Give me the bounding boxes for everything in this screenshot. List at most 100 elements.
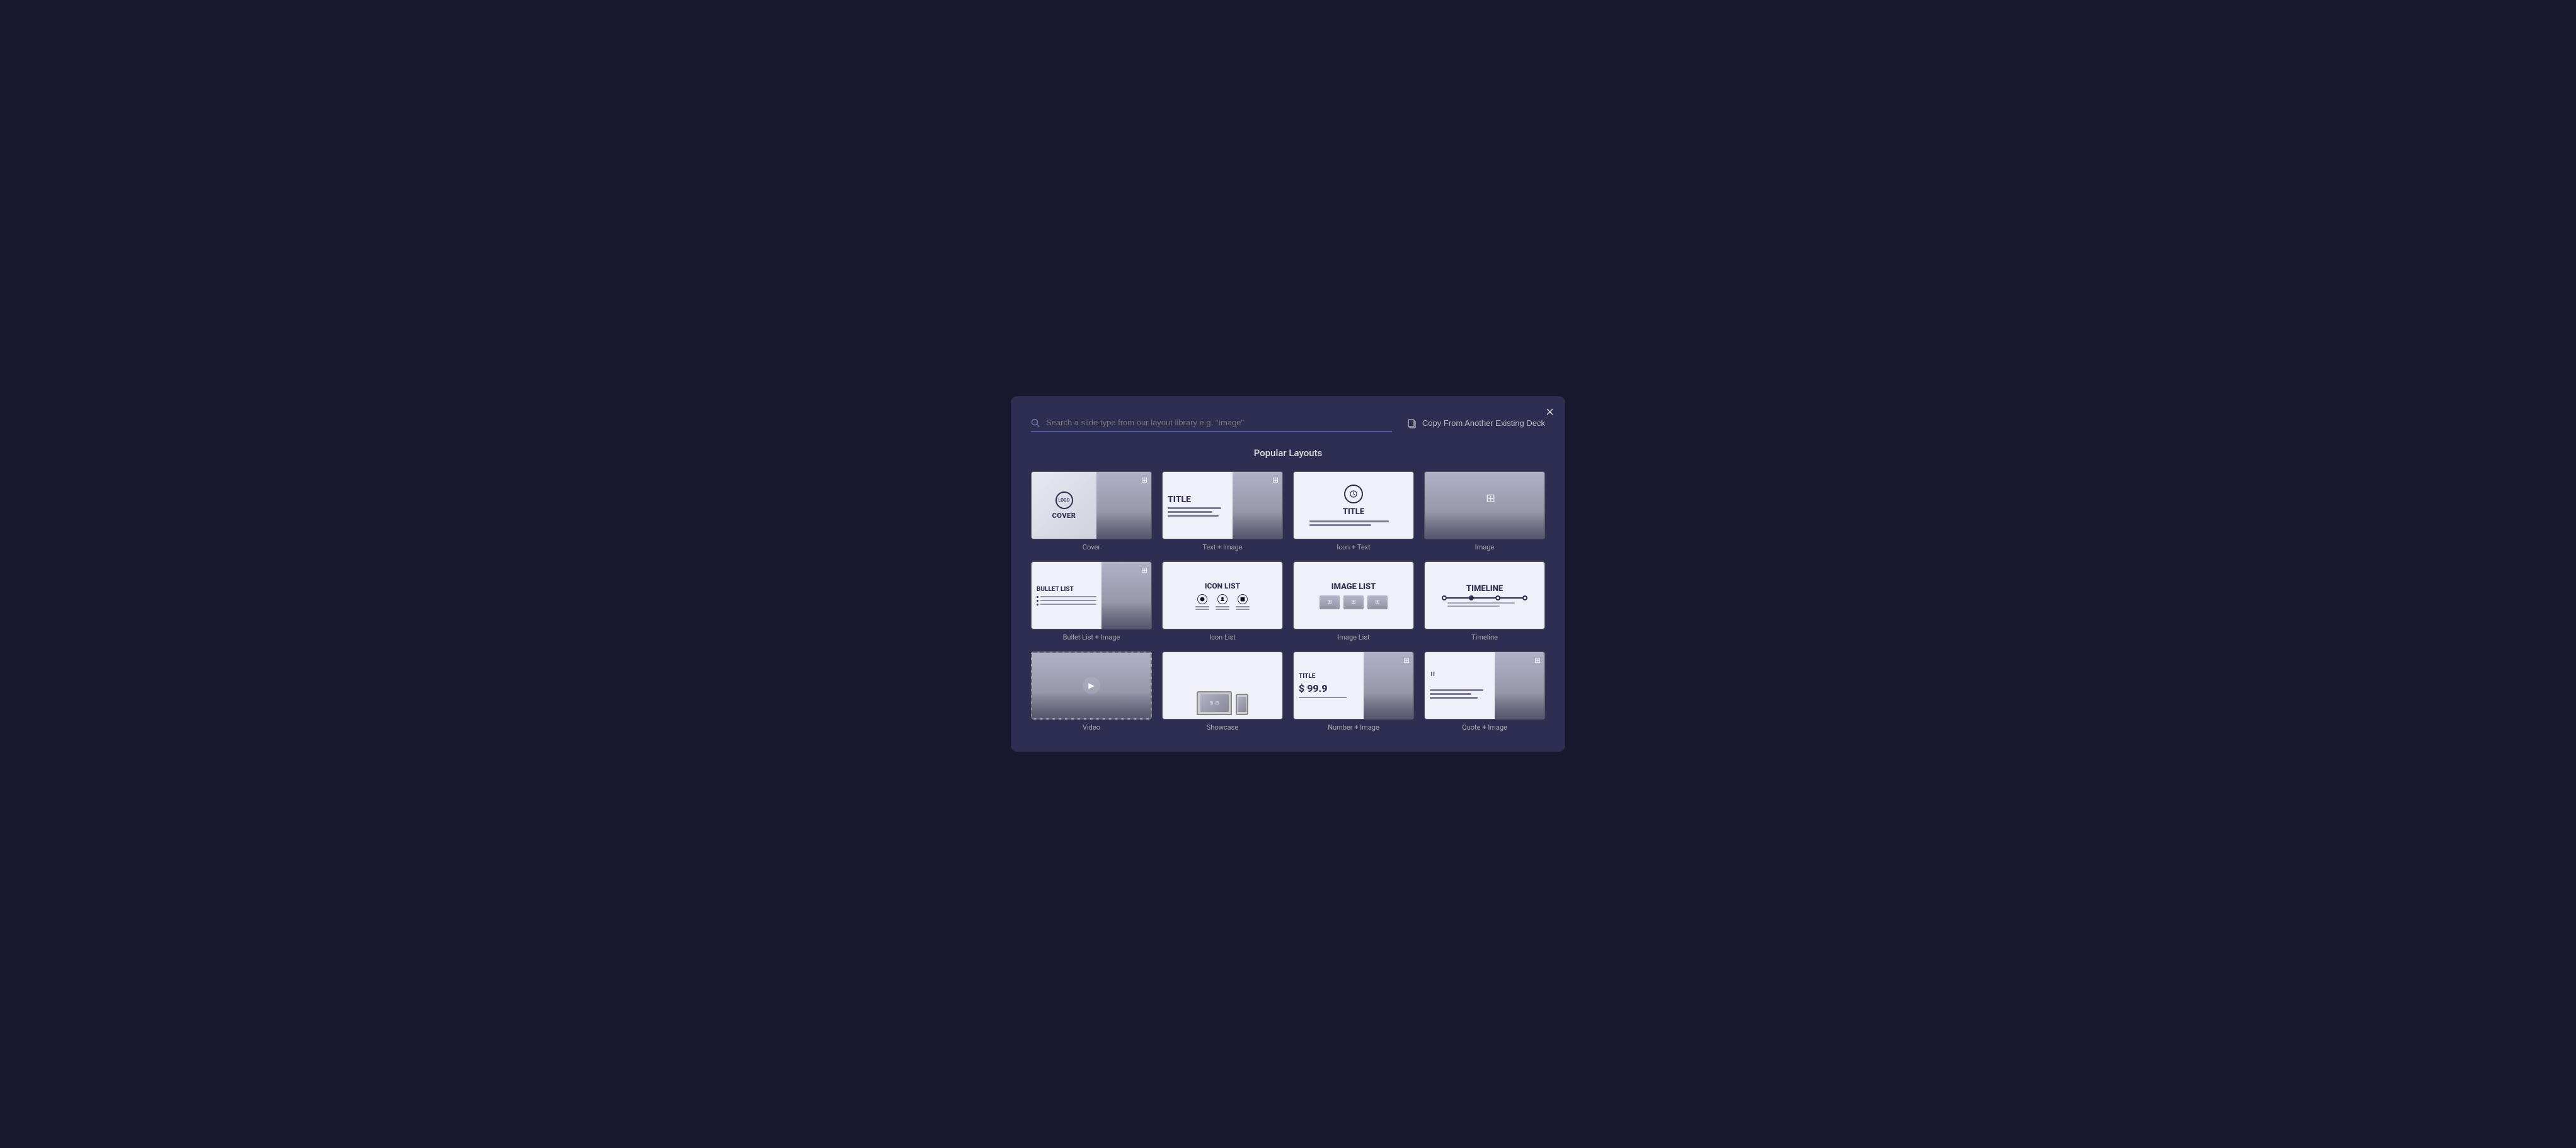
image-list-thumb-3: ⊞ — [1367, 595, 1388, 609]
layout-item-image-list[interactable]: IMAGE LIST ⊞ ⊞ ⊞ Image List — [1293, 561, 1414, 641]
layout-item-video[interactable]: ▶ Video — [1031, 651, 1152, 732]
phone-screen — [1238, 697, 1246, 712]
layout-item-icon-list[interactable]: ICON LIST — [1162, 561, 1283, 641]
number-underline — [1299, 697, 1347, 698]
number-title: TITLE — [1299, 673, 1315, 680]
bullet-dot-2 — [1037, 600, 1038, 602]
search-input[interactable] — [1046, 418, 1392, 427]
line-bar-3 — [1168, 515, 1219, 517]
icon-list-item-1 — [1195, 594, 1209, 610]
mountain-bg-5 — [1032, 692, 1151, 718]
title-big: TITLE — [1168, 495, 1191, 505]
layout-thumb-text-image: TITLE ⊞ — [1162, 471, 1283, 539]
icon-sline-2 — [1195, 609, 1209, 610]
copy-from-deck-button[interactable]: Copy From Another Existing Deck — [1407, 418, 1545, 428]
bullet-bar-1 — [1040, 596, 1096, 597]
icon-list-row — [1195, 594, 1250, 610]
quote-mark: " — [1430, 672, 1435, 686]
layouts-grid: LOGO COVER ⊞ Cover TITLE — [1031, 471, 1545, 732]
mountain-bg-7 — [1495, 692, 1544, 719]
layout-thumb-video: ▶ — [1031, 651, 1152, 720]
layout-label-cover: Cover — [1083, 543, 1100, 551]
layout-item-quote-image[interactable]: " ⊞ Quote + Image — [1424, 651, 1545, 732]
search-box — [1031, 414, 1392, 432]
layout-item-number-image[interactable]: TITLE $ 99.9 ⊞ Number + Image — [1293, 651, 1414, 732]
copy-icon — [1407, 418, 1417, 428]
image-icon-2: ⊞ — [1272, 476, 1279, 485]
cover-left: LOGO COVER — [1032, 472, 1096, 539]
layout-label-video: Video — [1083, 723, 1100, 732]
icon-sline-4 — [1216, 609, 1229, 610]
laptop-screen: ⊞ ⊞ — [1200, 694, 1229, 712]
bullet-line-1 — [1037, 596, 1096, 598]
modal-overlay: × Copy From Another Existing Deck Popula… — [0, 0, 2576, 1148]
bullet-bar-2 — [1040, 600, 1096, 601]
lines-stack — [1168, 507, 1228, 517]
icon-small-2 — [1217, 594, 1228, 604]
timeline-title: TIMELINE — [1466, 584, 1503, 594]
layout-item-timeline[interactable]: TIMELINE Timeline — [1424, 561, 1545, 641]
bullet-lines — [1037, 596, 1096, 606]
bullet-right: ⊞ — [1101, 562, 1151, 629]
bullet-left: BULLET LIST — [1032, 562, 1101, 629]
quote-left: " — [1425, 652, 1495, 719]
mountain-bg-6 — [1364, 692, 1413, 719]
timeline-dot-3 — [1495, 595, 1500, 600]
quote-line-2 — [1430, 693, 1471, 695]
image-list-thumb-1: ⊞ — [1320, 595, 1340, 609]
image-list-thumb-2: ⊞ — [1343, 595, 1364, 609]
icon-sline-5 — [1236, 606, 1250, 607]
timeline-line-2 — [1447, 606, 1500, 607]
image-icon-6: ⊞ — [1534, 656, 1541, 665]
cover-right: ⊞ — [1096, 472, 1151, 539]
layout-item-showcase[interactable]: ⊞ ⊞ Showcase — [1162, 651, 1283, 732]
layout-label-timeline: Timeline — [1471, 633, 1498, 641]
layout-label-image-list: Image List — [1337, 633, 1369, 641]
layout-thumb-image: ⊞ — [1424, 471, 1545, 539]
icon-sline-3 — [1216, 606, 1229, 607]
mountain-bg-2 — [1233, 512, 1282, 539]
icon-circle-big — [1344, 485, 1363, 503]
number-big: $ 99.9 — [1299, 682, 1328, 694]
icon-line-2 — [1309, 524, 1371, 526]
icon-small-lines-2 — [1216, 606, 1229, 610]
mountain-bg-4 — [1101, 602, 1151, 629]
quote-right: ⊞ — [1495, 652, 1544, 719]
layout-thumb-cover: LOGO COVER ⊞ — [1031, 471, 1152, 539]
mountain-bg — [1096, 512, 1151, 539]
image-icon-5: ⊞ — [1403, 656, 1410, 665]
layout-thumb-number-image: TITLE $ 99.9 ⊞ — [1293, 651, 1414, 720]
icon-line-1 — [1309, 520, 1388, 522]
layout-item-cover[interactable]: LOGO COVER ⊞ Cover — [1031, 471, 1152, 551]
layout-label-text-image: Text + Image — [1202, 543, 1242, 551]
bullet-line-2 — [1037, 600, 1096, 602]
layout-thumb-icon-list: ICON LIST — [1162, 561, 1283, 629]
layout-thumb-quote-image: " ⊞ — [1424, 651, 1545, 720]
icon-list-item-3 — [1236, 594, 1250, 610]
layout-thumb-icon-text: TITLE — [1293, 471, 1414, 539]
close-button[interactable]: × — [1546, 405, 1554, 419]
number-right: ⊞ — [1364, 652, 1413, 719]
image-icon-4: ⊞ — [1141, 566, 1147, 575]
icon-text-title: TITLE — [1343, 507, 1364, 517]
layout-picker-modal: × Copy From Another Existing Deck Popula… — [1011, 396, 1565, 752]
icon-sline-1 — [1195, 606, 1209, 607]
layout-thumb-showcase: ⊞ ⊞ — [1162, 651, 1283, 720]
image-list-row: ⊞ ⊞ ⊞ — [1320, 595, 1388, 609]
quote-line-3 — [1430, 697, 1478, 699]
layout-item-text-image[interactable]: TITLE ⊞ Text + Image — [1162, 471, 1283, 551]
layout-label-number-image: Number + Image — [1328, 723, 1379, 732]
icon-list-item-2 — [1216, 594, 1229, 610]
laptop-icon-2: ⊞ — [1216, 701, 1219, 706]
layout-label-icon-list: Icon List — [1209, 633, 1236, 641]
layout-label-quote-image: Quote + Image — [1462, 723, 1507, 732]
layout-label-icon-text: Icon + Text — [1337, 543, 1371, 551]
laptop-icon-1: ⊞ — [1210, 701, 1214, 706]
laptop-shape: ⊞ ⊞ — [1197, 691, 1232, 715]
layout-item-icon-text[interactable]: TITLE Icon + Text — [1293, 471, 1414, 551]
mountain-bg-3 — [1425, 512, 1544, 539]
layout-item-image[interactable]: ⊞ Image — [1424, 471, 1545, 551]
icon-text-lines — [1309, 520, 1397, 526]
layout-item-bullet-list-image[interactable]: BULLET LIST — [1031, 561, 1152, 641]
cover-text-label: COVER — [1052, 512, 1076, 520]
